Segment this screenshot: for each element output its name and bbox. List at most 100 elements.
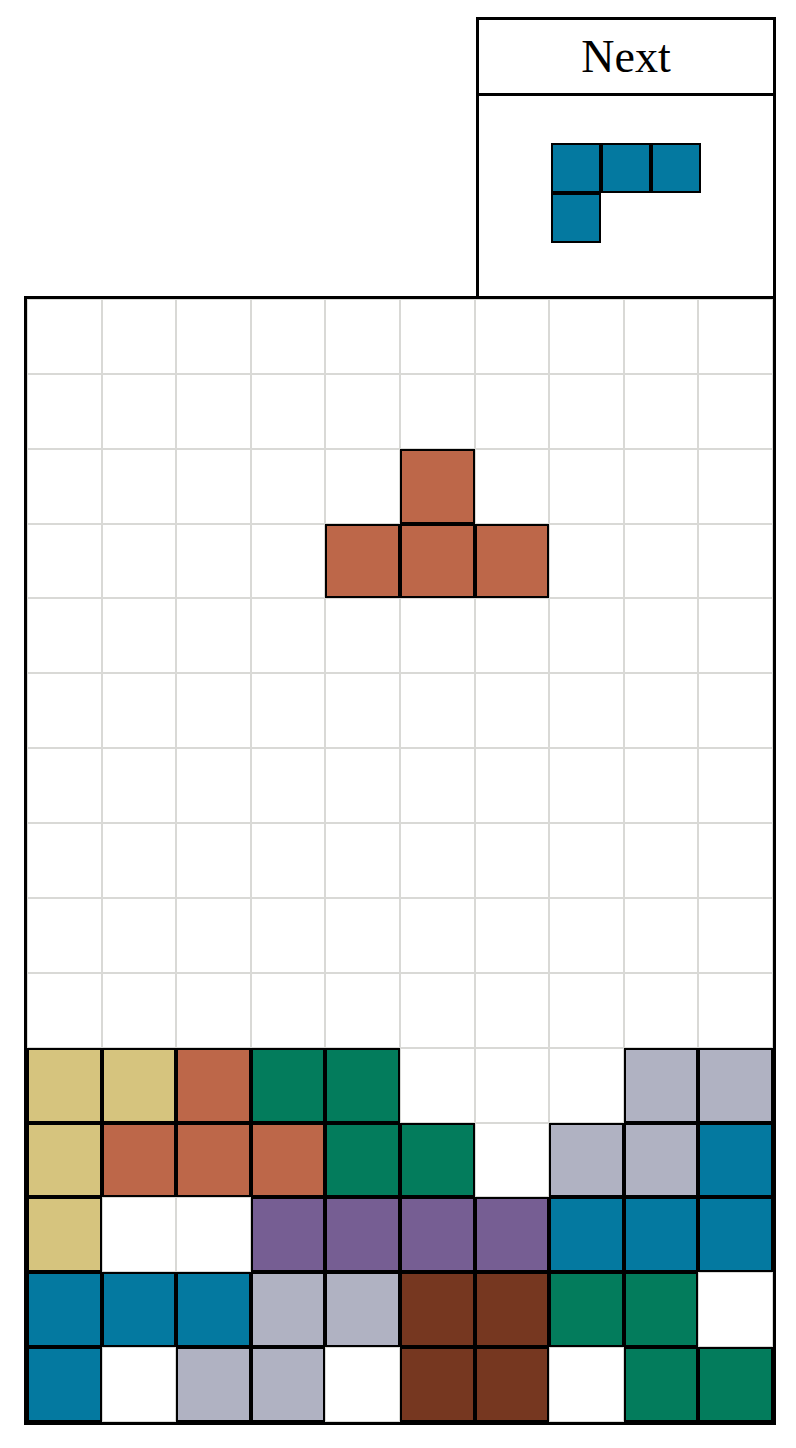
board-cell bbox=[176, 299, 251, 374]
board-block bbox=[698, 1123, 773, 1198]
board-block bbox=[27, 1272, 102, 1347]
board-cell bbox=[624, 524, 699, 599]
board-cell bbox=[549, 299, 624, 374]
board-block bbox=[400, 1347, 475, 1422]
board-cell bbox=[27, 748, 102, 823]
board-cell bbox=[27, 823, 102, 898]
board-cell bbox=[325, 898, 400, 973]
board-cell bbox=[624, 449, 699, 524]
board-block bbox=[624, 1048, 699, 1123]
board-cell bbox=[475, 598, 550, 673]
board-block bbox=[400, 1123, 475, 1198]
board-cell bbox=[176, 823, 251, 898]
board-block bbox=[475, 524, 550, 599]
board-block bbox=[325, 1123, 400, 1198]
board-cell bbox=[176, 598, 251, 673]
board-block bbox=[624, 1197, 699, 1272]
board-cell bbox=[176, 748, 251, 823]
board-cell bbox=[400, 374, 475, 449]
board-block bbox=[251, 1272, 326, 1347]
board-cell bbox=[251, 449, 326, 524]
board-block bbox=[27, 1197, 102, 1272]
board-cell bbox=[475, 1048, 550, 1123]
board-block bbox=[27, 1347, 102, 1422]
board-cell bbox=[325, 823, 400, 898]
board-cell bbox=[400, 973, 475, 1048]
board-cell bbox=[251, 673, 326, 748]
board-block bbox=[176, 1272, 251, 1347]
board-cell bbox=[624, 374, 699, 449]
board-cell bbox=[624, 973, 699, 1048]
board-cell bbox=[698, 1272, 773, 1347]
board-cell bbox=[325, 598, 400, 673]
board-cell bbox=[176, 374, 251, 449]
board-block bbox=[251, 1197, 326, 1272]
board-block bbox=[325, 524, 400, 599]
board-block bbox=[698, 1197, 773, 1272]
board-cell bbox=[400, 598, 475, 673]
board-cell bbox=[102, 598, 177, 673]
board-cell bbox=[624, 823, 699, 898]
board-cell bbox=[475, 673, 550, 748]
board-block bbox=[624, 1123, 699, 1198]
board-cell bbox=[251, 524, 326, 599]
board-cell bbox=[698, 673, 773, 748]
board-cell bbox=[624, 299, 699, 374]
board-block bbox=[251, 1347, 326, 1422]
board-cell bbox=[549, 748, 624, 823]
board-block bbox=[102, 1272, 177, 1347]
board-cell bbox=[176, 673, 251, 748]
board-cell bbox=[698, 973, 773, 1048]
board-cell bbox=[27, 374, 102, 449]
board-cell bbox=[27, 973, 102, 1048]
next-panel: Next bbox=[476, 17, 776, 296]
board-cell bbox=[176, 524, 251, 599]
board-cell bbox=[251, 374, 326, 449]
board-block bbox=[102, 1123, 177, 1198]
board-cell bbox=[27, 898, 102, 973]
board-cell bbox=[400, 748, 475, 823]
board-cell bbox=[102, 524, 177, 599]
board-cell bbox=[698, 898, 773, 973]
board-cell bbox=[549, 524, 624, 599]
board-block bbox=[325, 1272, 400, 1347]
board-cell bbox=[325, 299, 400, 374]
board-cell bbox=[624, 598, 699, 673]
board-block bbox=[698, 1048, 773, 1123]
board-cell bbox=[400, 1048, 475, 1123]
next-piece bbox=[551, 143, 701, 243]
board-block bbox=[475, 1272, 550, 1347]
board-cell bbox=[549, 673, 624, 748]
board-cell bbox=[27, 524, 102, 599]
board-cell bbox=[102, 898, 177, 973]
board-block bbox=[400, 524, 475, 599]
board-cell bbox=[475, 898, 550, 973]
board-block bbox=[176, 1123, 251, 1198]
next-piece-empty bbox=[651, 193, 701, 243]
game-board[interactable] bbox=[24, 296, 776, 1425]
next-piece-block bbox=[601, 143, 651, 193]
board-block bbox=[624, 1347, 699, 1422]
board-cell bbox=[549, 973, 624, 1048]
board-block bbox=[176, 1048, 251, 1123]
board-block bbox=[400, 449, 475, 524]
board-cell bbox=[549, 823, 624, 898]
board-block bbox=[102, 1048, 177, 1123]
board-cell bbox=[624, 673, 699, 748]
board-cell bbox=[251, 973, 326, 1048]
board-cell bbox=[27, 299, 102, 374]
board-cell bbox=[27, 449, 102, 524]
board-block bbox=[549, 1272, 624, 1347]
board-cell bbox=[549, 449, 624, 524]
board-cell bbox=[475, 449, 550, 524]
board-block bbox=[325, 1197, 400, 1272]
board-cell bbox=[698, 374, 773, 449]
board-block bbox=[549, 1197, 624, 1272]
next-piece-block bbox=[551, 143, 601, 193]
board-cell bbox=[251, 748, 326, 823]
board-block bbox=[624, 1272, 699, 1347]
board-cell bbox=[698, 598, 773, 673]
board-cell bbox=[325, 449, 400, 524]
board-cell bbox=[698, 748, 773, 823]
next-label: Next bbox=[479, 20, 773, 96]
